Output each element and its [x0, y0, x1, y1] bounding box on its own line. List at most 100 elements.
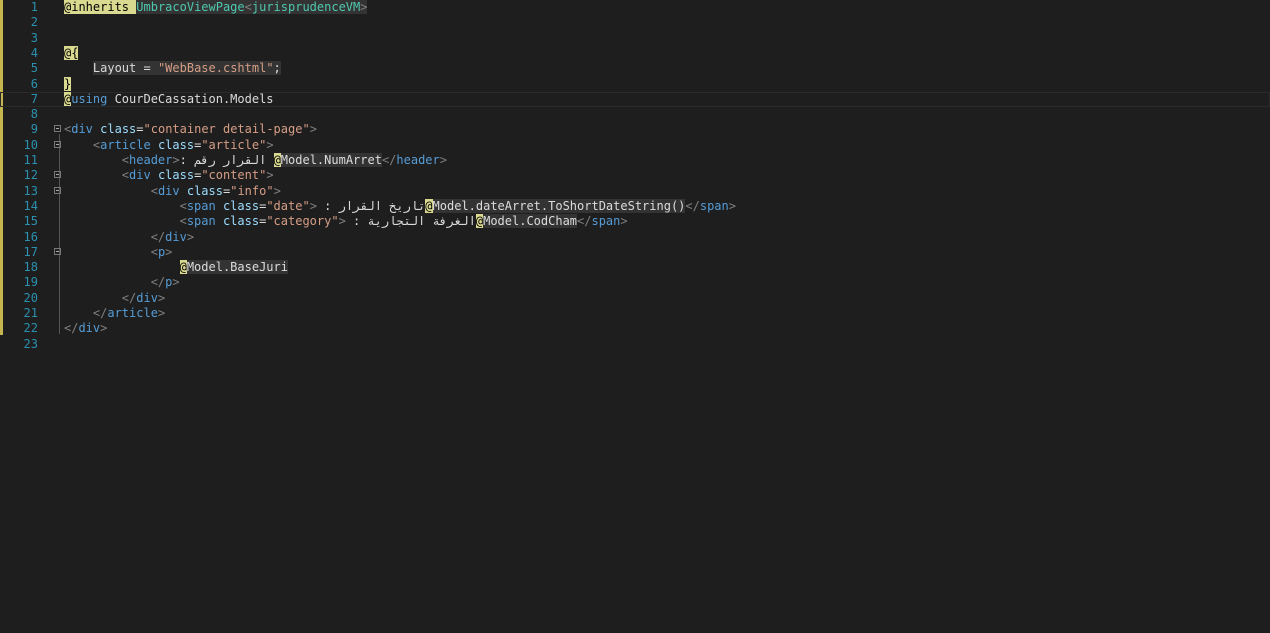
tag-bracket: </	[150, 275, 166, 290]
line-code: @Model.BaseJuri	[64, 260, 288, 275]
tag-name: div	[157, 183, 180, 198]
line-code: }	[64, 76, 72, 92]
collapse-icon[interactable]	[54, 247, 61, 255]
code-line[interactable]: 8	[0, 107, 1270, 122]
attribute-name: class	[215, 214, 260, 229]
razor-expression: Model.BaseJuri	[186, 260, 288, 275]
attribute-name: class	[179, 183, 223, 198]
code-line[interactable]: 3	[0, 31, 1270, 46]
tag-bracket: >	[100, 321, 108, 336]
line-number: 4	[30, 45, 38, 60]
type-name: jurisprudenceVM	[251, 0, 361, 14]
collapse-icon[interactable]	[54, 125, 61, 133]
tag-bracket: >	[266, 137, 274, 152]
attribute-value: "info"	[230, 183, 274, 198]
code-line[interactable]: 4 @{	[0, 45, 1270, 61]
code-line[interactable]: 9 <div class="container detail-page">	[0, 122, 1270, 137]
line-number: 6	[30, 76, 38, 91]
line-number: 8	[30, 107, 38, 122]
code-line[interactable]: 16 </div>	[0, 230, 1270, 245]
line-number: 16	[23, 229, 38, 244]
tag-name: span	[591, 214, 621, 229]
tag-bracket: >	[266, 168, 274, 183]
razor-at: @	[475, 214, 484, 229]
line-number: 14	[23, 198, 38, 213]
line-number: 9	[30, 122, 38, 137]
line-number: 12	[23, 168, 38, 183]
tag-name: article	[107, 306, 158, 320]
line-number: 3	[30, 30, 38, 45]
code-line[interactable]: 18 @Model.BaseJuri	[0, 260, 1270, 275]
line-code: <article class="article">	[64, 138, 274, 153]
line-code: </article>	[64, 306, 165, 321]
tag-name: div	[129, 168, 151, 183]
tag-name: header	[129, 153, 173, 167]
line-number: 10	[23, 137, 38, 152]
tag-bracket: </	[381, 153, 397, 167]
collapse-icon[interactable]	[54, 140, 61, 148]
line-number: 11	[23, 153, 38, 167]
tag-bracket: >	[172, 153, 180, 167]
code-line[interactable]: 10 <article class="article">	[0, 138, 1270, 153]
tag-name: div	[136, 290, 158, 305]
attribute-value: "article"	[201, 137, 267, 152]
code-line[interactable]: 23	[0, 337, 1270, 352]
tag-bracket: </	[92, 306, 108, 320]
code-line[interactable]: 11 <header>القرار رقم : @Model.NumArret<…	[0, 153, 1270, 168]
attribute-name: class	[150, 168, 195, 183]
razor-brace: {	[71, 45, 79, 60]
code-line[interactable]: 22 </div>	[0, 321, 1270, 336]
line-code: @{	[64, 45, 79, 61]
tag-name: div	[78, 321, 101, 336]
code-line[interactable]: 12 <div class="content">	[0, 168, 1270, 183]
code-line[interactable]: 1 @inherits UmbracoViewPage<jurisprudence…	[0, 0, 1270, 15]
line-code: @inherits UmbracoViewPage<jurisprudenceV…	[64, 0, 368, 15]
line-code: Layout = "WebBase.cshtml";	[64, 61, 281, 76]
tag-name: span	[186, 214, 216, 229]
line-code: <div class="container detail-page">	[64, 122, 317, 137]
tag-bracket: >	[273, 183, 281, 198]
code-line[interactable]: 20 </div>	[0, 291, 1270, 306]
arabic-text: الغرفة التجارية :	[345, 214, 476, 229]
code-line[interactable]: 7 @using CourDeCassation.Models	[0, 91, 1270, 107]
angle: >	[360, 0, 368, 14]
tag-bracket: <	[179, 214, 187, 229]
attribute-value: "content"	[201, 168, 267, 183]
line-code: </div>	[64, 230, 194, 245]
code-line[interactable]: 14 <span class="date">تاريخ القرار : @Mo…	[0, 198, 1270, 214]
code-line[interactable]: 21 </article>	[0, 306, 1270, 321]
code-line[interactable]: 2	[0, 15, 1270, 30]
line-number: 15	[23, 214, 38, 229]
attribute-value: "category"	[266, 214, 339, 229]
collapse-icon[interactable]	[54, 186, 61, 194]
line-number: 21	[23, 306, 38, 320]
attribute-name: class	[92, 122, 137, 137]
tag-name: span	[186, 198, 216, 213]
code-line[interactable]: 15 <span class="category">الغرفة التجاري…	[0, 214, 1270, 229]
tag-bracket: <	[179, 198, 187, 213]
razor-at: @	[425, 198, 433, 213]
tag-bracket: >	[439, 153, 447, 167]
code-editor[interactable]: 1 @inherits UmbracoViewPage<jurisprudence…	[0, 0, 1270, 633]
code-line[interactable]: 5 Layout = "WebBase.cshtml";	[0, 61, 1270, 76]
code-line[interactable]: 19 </p>	[0, 275, 1270, 290]
collapse-icon[interactable]	[54, 171, 61, 179]
code-line[interactable]: 6}	[0, 76, 1270, 92]
tag-bracket: </	[121, 290, 137, 305]
code-line[interactable]: 17 <p>	[0, 245, 1270, 260]
type-name: UmbracoViewPage	[136, 0, 245, 14]
tag-bracket: >	[186, 229, 195, 244]
line-number: 22	[23, 321, 38, 336]
razor-keyword: using	[71, 91, 108, 106]
code-line[interactable]: 13 <div class="info">	[0, 184, 1270, 199]
tag-bracket: <	[150, 244, 158, 259]
